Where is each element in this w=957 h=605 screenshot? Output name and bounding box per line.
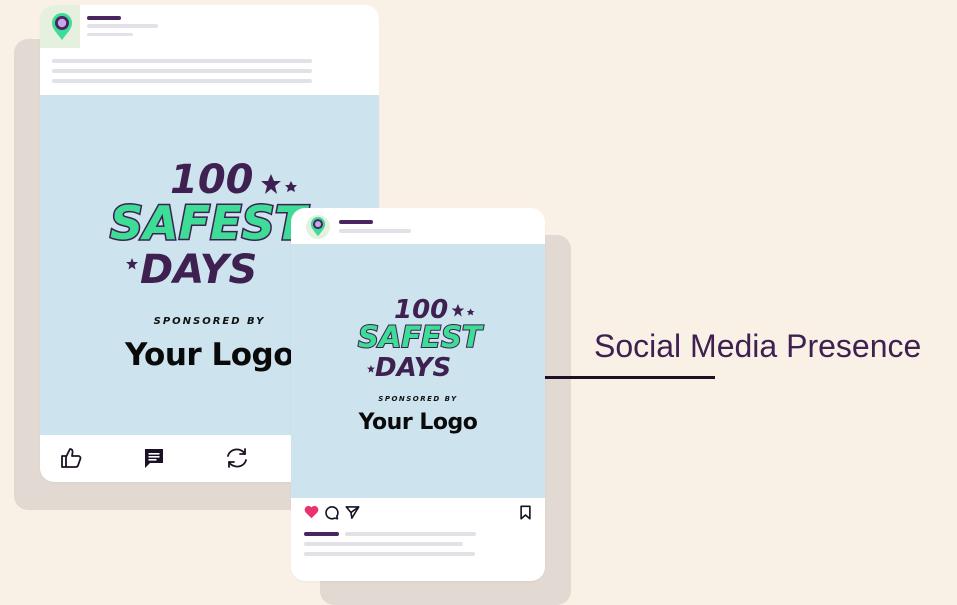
post-meta-line bbox=[87, 24, 158, 28]
heart-icon[interactable] bbox=[303, 504, 319, 520]
callout-line bbox=[545, 376, 715, 379]
likes-count-line bbox=[304, 532, 339, 536]
caption-line bbox=[304, 542, 463, 546]
caption-line bbox=[304, 552, 475, 556]
like-icon[interactable] bbox=[58, 445, 84, 471]
sponsor-logo-text: Your Logo bbox=[358, 410, 478, 435]
comment-icon[interactable] bbox=[323, 504, 339, 520]
safest-days-logo: 100 SAFEST DAYS bbox=[356, 297, 486, 387]
post-text-line bbox=[52, 79, 312, 83]
post-text-line bbox=[52, 69, 312, 73]
post-meta-line bbox=[87, 33, 133, 36]
sponsored-by-label: SPONSORED BY bbox=[378, 395, 458, 403]
location-pin-avatar-icon bbox=[51, 13, 73, 41]
post-author-name bbox=[87, 16, 121, 20]
post-text-line bbox=[52, 59, 312, 63]
logo-line-days: DAYS bbox=[375, 353, 452, 383]
promo-banner: 100 SAFEST DAYS SPONSORED BY Your Logo bbox=[291, 244, 545, 498]
share-icon[interactable] bbox=[224, 445, 250, 471]
post-author-name bbox=[339, 220, 373, 224]
caption-line bbox=[345, 532, 476, 536]
star-icon bbox=[126, 257, 138, 275]
logo-line-safest: SAFEST bbox=[357, 320, 483, 354]
logo-line-safest: SAFEST bbox=[108, 196, 307, 250]
logo-line-days: DAYS bbox=[140, 247, 258, 293]
section-caption: Social Media Presence bbox=[594, 328, 922, 364]
send-icon[interactable] bbox=[344, 504, 360, 520]
location-pin-avatar-icon bbox=[306, 215, 330, 239]
star-icon bbox=[367, 360, 375, 378]
instagram-post-card: 100 SAFEST DAYS SPONSORED BY Your Logo bbox=[291, 208, 545, 581]
safest-days-logo: 100 SAFEST DAYS bbox=[108, 157, 310, 293]
post-meta-line bbox=[339, 229, 411, 233]
comment-icon[interactable] bbox=[141, 445, 167, 471]
logo-line-100: 100 bbox=[170, 157, 254, 203]
bookmark-icon[interactable] bbox=[517, 504, 533, 520]
